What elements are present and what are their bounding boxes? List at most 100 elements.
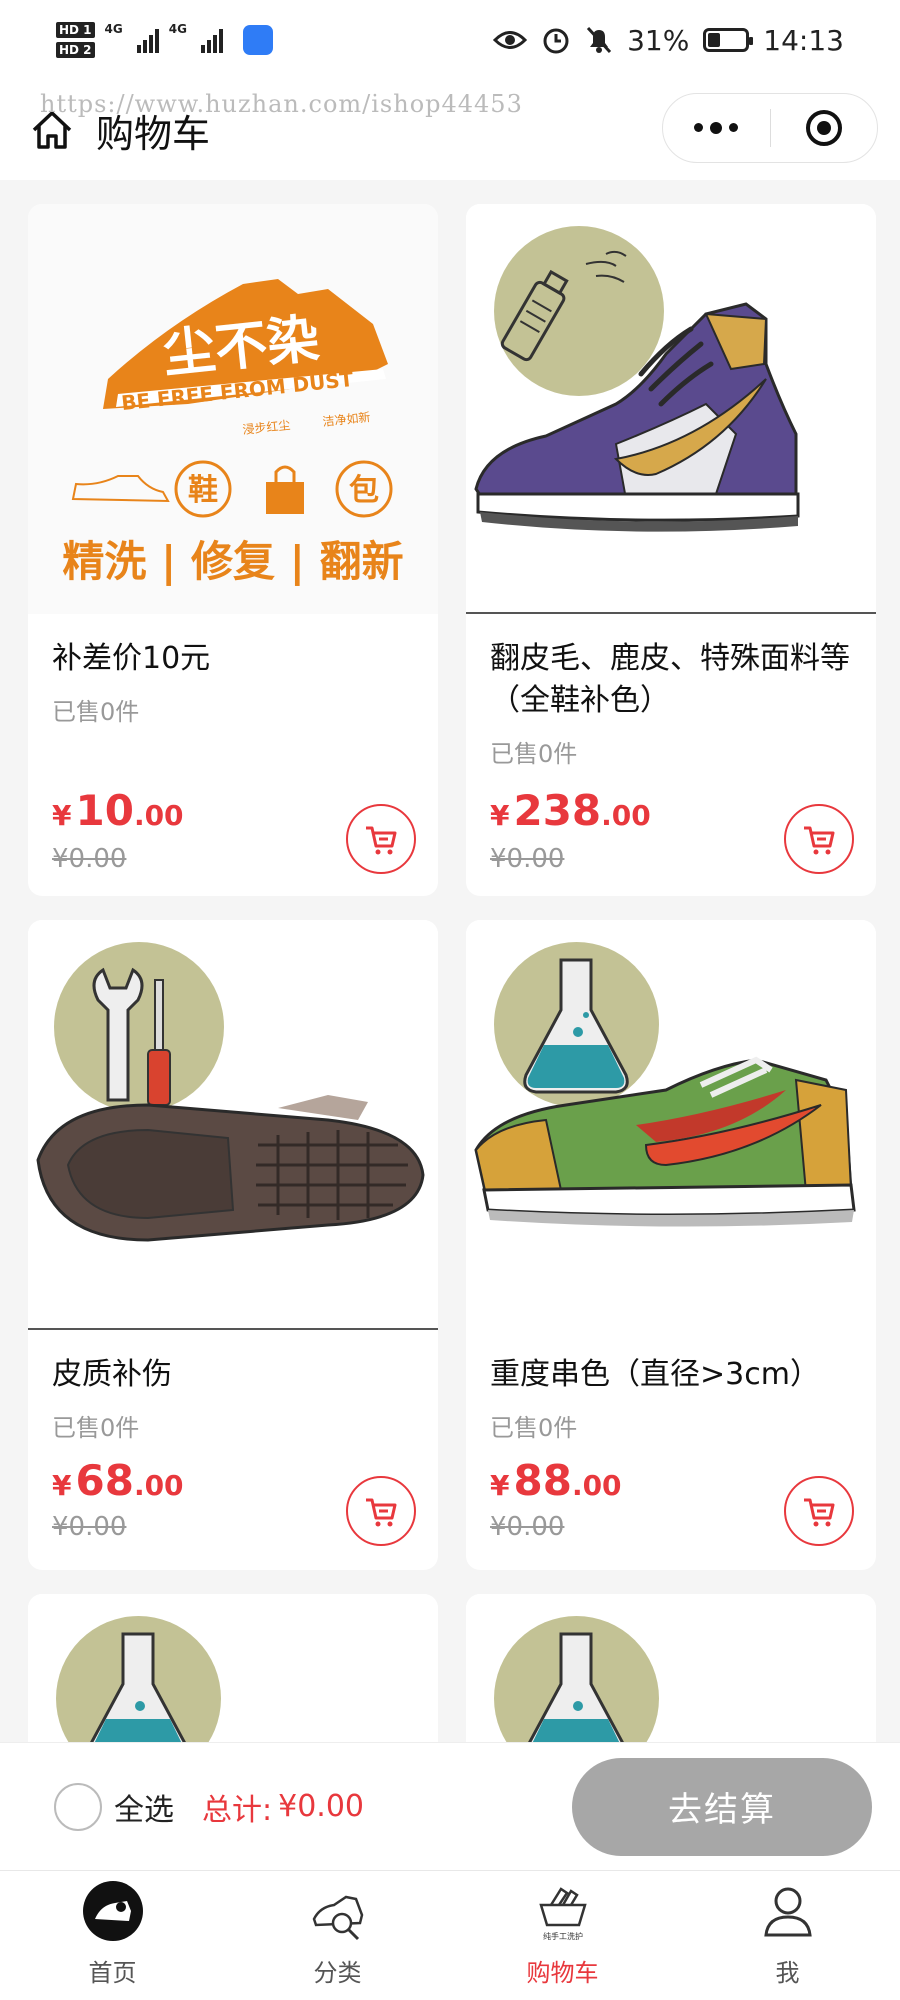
add-to-cart-button[interactable] — [346, 1476, 416, 1546]
brand-sub-right: 洁净如新 — [322, 409, 371, 429]
price-currency: ¥ — [490, 1469, 510, 1502]
status-right: 31% 14:13 — [493, 24, 844, 57]
price-integer: 238 — [513, 786, 602, 835]
price-decimal: .00 — [133, 1469, 184, 1502]
product-sold-count: 已售0件 — [490, 740, 578, 768]
product-name: 皮质补伤 — [52, 1357, 172, 1392]
tab-label: 分类 — [313, 1959, 362, 1987]
shoe-brand-logo-icon: 尘不染 BE FREE FROM DUST 浸步红尘 洁净如新 鞋 包 精洗 |… — [62, 279, 404, 586]
product-card[interactable] — [28, 1594, 438, 1742]
product-name: 翻皮毛、鹿皮、特殊面料等（全鞋补色） — [490, 641, 850, 718]
cart-icon — [366, 826, 397, 855]
product-image-tools-sole — [28, 920, 438, 1330]
product-sold-count: 已售0件 — [52, 1414, 140, 1442]
product-sold-count: 已售0件 — [490, 1414, 578, 1442]
eye-icon — [493, 31, 528, 49]
product-image-banner: 尘不染 BE FREE FROM DUST 浸步红尘 洁净如新 鞋 包 精洗 |… — [28, 204, 438, 614]
product-card[interactable]: 翻皮毛、鹿皮、特殊面料等（全鞋补色） 已售0件 ¥ 238 .00 ¥0.00 — [466, 204, 876, 896]
price-decimal: .00 — [133, 799, 184, 832]
checkout-button[interactable]: 去结算 — [572, 1757, 872, 1856]
close-mini-program-button[interactable] — [771, 108, 878, 148]
services-text: 精洗 | 修复 | 翻新 — [62, 537, 403, 586]
original-price: ¥0.00 — [490, 1512, 565, 1542]
status-left: HD 1 HD 2 4G 4G — [56, 22, 273, 58]
mini-program-capsule — [662, 93, 878, 163]
tab-home[interactable]: 首页 — [0, 1871, 225, 2000]
network-type-2: 4G — [168, 22, 187, 36]
product-card[interactable]: 皮质补伤 已售0件 ¥ 68 .00 ¥0.00 — [28, 920, 438, 1570]
shoe-sole-image — [36, 1095, 425, 1242]
watermark: https://www.huzhan.com/ishop44453 — [40, 90, 523, 118]
bag-icon — [266, 465, 304, 514]
clock: 14:13 — [763, 23, 844, 57]
bag-badge-label: 包 — [349, 473, 379, 508]
shoe-badge-label: 鞋 — [188, 473, 218, 508]
tab-label: 我 — [775, 1959, 800, 1987]
price-integer: 88 — [513, 1456, 572, 1505]
flask-icon — [90, 1632, 186, 1742]
product-card[interactable] — [466, 1594, 876, 1742]
tab-label: 购物车 — [526, 1959, 599, 1987]
battery-level — [708, 33, 721, 47]
original-price: ¥0.00 — [52, 1512, 127, 1542]
price-decimal: .00 — [601, 799, 651, 832]
tab-label: 首页 — [88, 1959, 137, 1987]
shoe-magnifier-icon — [306, 1879, 370, 1943]
product-grid: 尘不染 BE FREE FROM DUST 浸步红尘 洁净如新 鞋 包 精洗 |… — [0, 180, 900, 1742]
price-integer: 10 — [75, 786, 134, 835]
product-price: ¥ 68 .00 — [52, 1456, 184, 1505]
cart-icon — [366, 1498, 397, 1527]
flask-icon — [528, 1632, 624, 1742]
alarm-icon — [543, 28, 569, 54]
product-image-spray-sneaker — [466, 204, 876, 614]
battery-percent: 31% — [627, 23, 690, 57]
product-image-flask-sneaker — [466, 920, 876, 1330]
home-logo-icon — [81, 1879, 145, 1943]
tab-profile[interactable]: 我 — [675, 1871, 900, 2000]
tab-cart-caption: 纯手工洗护 — [543, 1931, 583, 1941]
add-to-cart-button[interactable] — [784, 804, 854, 874]
add-to-cart-button[interactable] — [784, 1476, 854, 1546]
product-sold-count: 已售0件 — [52, 698, 140, 726]
outline-shoe-icon — [71, 475, 170, 503]
tab-cart[interactable]: 纯手工洗护 购物车 — [450, 1871, 675, 2000]
network-type-1: 4G — [104, 22, 123, 36]
cart-icon — [804, 1498, 835, 1527]
select-all-checkbox[interactable] — [54, 1782, 102, 1831]
shopping-basket-icon: 纯手工洗护 — [531, 1879, 595, 1943]
product-image-flask — [466, 1594, 876, 1742]
signal-icon-2 — [200, 27, 223, 53]
cart-icon — [804, 826, 835, 855]
status-bar: HD 1 HD 2 4G 4G 31% 14:13 — [0, 0, 900, 80]
product-card[interactable]: 重度串色（直径>3cm） 已售0件 ¥ 88 .00 ¥0.00 — [466, 920, 876, 1570]
price-integer: 68 — [75, 1456, 134, 1505]
select-all-label[interactable]: 全选 — [114, 1785, 174, 1829]
checkout-bar: 全选 总计: ¥0.00 去结算 — [0, 1742, 900, 1870]
price-currency: ¥ — [52, 1469, 72, 1502]
total-label: 总计: — [202, 1792, 273, 1828]
app-notification-icon — [242, 25, 273, 55]
signal-icon — [136, 27, 159, 53]
hd2-badge: HD 2 — [56, 42, 95, 58]
add-to-cart-button[interactable] — [346, 804, 416, 874]
hd-indicators: HD 1 HD 2 — [56, 22, 95, 58]
hd1-badge: HD 1 — [56, 22, 95, 38]
bottom-tab-bar: 首页 分类 纯手工洗护 购物车 我 — [0, 1870, 900, 2000]
more-button[interactable] — [663, 121, 770, 134]
product-image-flask — [28, 1594, 438, 1742]
product-price: ¥ 88 .00 — [490, 1456, 622, 1505]
product-price: ¥ 10 .00 — [52, 786, 184, 835]
original-price: ¥0.00 — [490, 844, 565, 874]
tab-category[interactable]: 分类 — [225, 1871, 450, 2000]
battery-icon — [703, 28, 754, 52]
product-card[interactable]: 尘不染 BE FREE FROM DUST 浸步红尘 洁净如新 鞋 包 精洗 |… — [28, 204, 438, 896]
product-name: 补差价10元 — [52, 641, 211, 676]
mute-bell-icon — [586, 26, 612, 54]
product-name: 重度串色（直径>3cm） — [490, 1357, 820, 1392]
brand-sub-left: 浸步红尘 — [242, 417, 291, 437]
title-bar: https://www.huzhan.com/ishop44453 购物车 — [0, 80, 900, 180]
price-currency: ¥ — [52, 799, 72, 832]
total-value: ¥0.00 — [278, 1789, 364, 1824]
price-decimal: .00 — [571, 1469, 622, 1502]
sneaker-image — [474, 302, 800, 532]
